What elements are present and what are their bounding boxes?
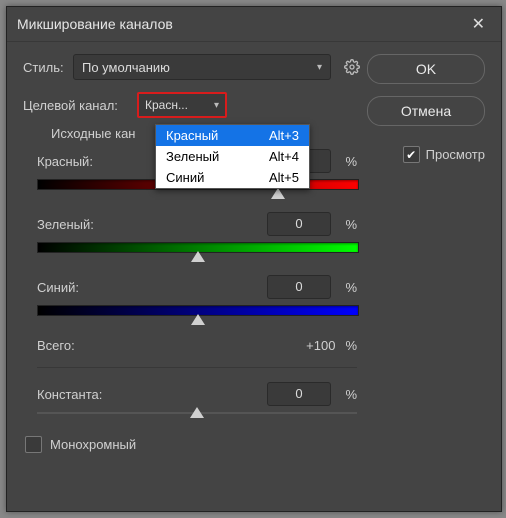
chevron-down-icon: ▾	[317, 62, 322, 73]
blue-slider-label: Синий:	[37, 280, 79, 295]
constant-slider-label: Константа:	[37, 387, 102, 402]
blue-slider-track[interactable]	[37, 305, 359, 316]
green-value-input[interactable]: 0	[267, 212, 331, 236]
style-preset-value: По умолчанию	[82, 60, 170, 75]
preview-checkbox[interactable]	[403, 146, 420, 163]
monochrome-row: Монохромный	[25, 436, 363, 453]
dropdown-option-green[interactable]: Зеленый Alt+4	[156, 146, 309, 167]
green-slider-block: Зеленый: 0 %	[37, 212, 357, 253]
gear-icon[interactable]	[343, 58, 361, 76]
constant-slider-block: Константа: 0 %	[37, 382, 357, 414]
total-label: Всего:	[37, 338, 75, 353]
preview-label: Просмотр	[426, 147, 485, 162]
output-channel-label: Целевой канал:	[23, 98, 137, 113]
monochrome-checkbox[interactable]	[25, 436, 42, 453]
percent-label: %	[339, 280, 357, 295]
monochrome-label: Монохромный	[50, 437, 136, 452]
red-slider-label: Красный:	[37, 154, 93, 169]
constant-slider-track[interactable]	[37, 412, 357, 414]
total-value: +100	[306, 338, 335, 353]
titlebar: Микширование каналов ✕	[7, 7, 501, 42]
blue-slider-block: Синий: 0 %	[37, 275, 357, 316]
preview-row: Просмотр	[367, 146, 485, 163]
green-slider-track[interactable]	[37, 242, 359, 253]
green-slider-label: Зеленый:	[37, 217, 94, 232]
cancel-button[interactable]: Отмена	[367, 96, 485, 126]
percent-label: %	[339, 217, 357, 232]
dropdown-option-red[interactable]: Красный Alt+3	[156, 125, 309, 146]
constant-value-input[interactable]: 0	[267, 382, 331, 406]
percent-label: %	[345, 338, 357, 353]
close-icon[interactable]: ✕	[466, 12, 491, 36]
total-row: Всего: +100 %	[37, 338, 357, 353]
red-slider-thumb[interactable]	[271, 188, 285, 199]
chevron-down-icon: ▾	[214, 100, 219, 111]
percent-label: %	[339, 154, 357, 169]
percent-label: %	[339, 387, 357, 402]
output-channel-select[interactable]: Красн... ▾	[137, 92, 227, 118]
output-channel-dropdown: Красный Alt+3 Зеленый Alt+4 Синий Alt+5	[155, 124, 310, 189]
ok-button[interactable]: OK	[367, 54, 485, 84]
dialog-title: Микширование каналов	[17, 16, 173, 32]
constant-slider-thumb[interactable]	[190, 407, 204, 418]
green-slider-thumb[interactable]	[191, 251, 205, 262]
divider	[37, 367, 357, 368]
output-channel-value: Красн...	[145, 98, 188, 112]
style-label: Стиль:	[23, 60, 73, 75]
style-preset-select[interactable]: По умолчанию ▾	[73, 54, 331, 80]
blue-value-input[interactable]: 0	[267, 275, 331, 299]
dropdown-option-blue[interactable]: Синий Alt+5	[156, 167, 309, 188]
blue-slider-thumb[interactable]	[191, 314, 205, 325]
channel-mixer-dialog: Микширование каналов ✕ Стиль: По умолчан…	[6, 6, 502, 512]
